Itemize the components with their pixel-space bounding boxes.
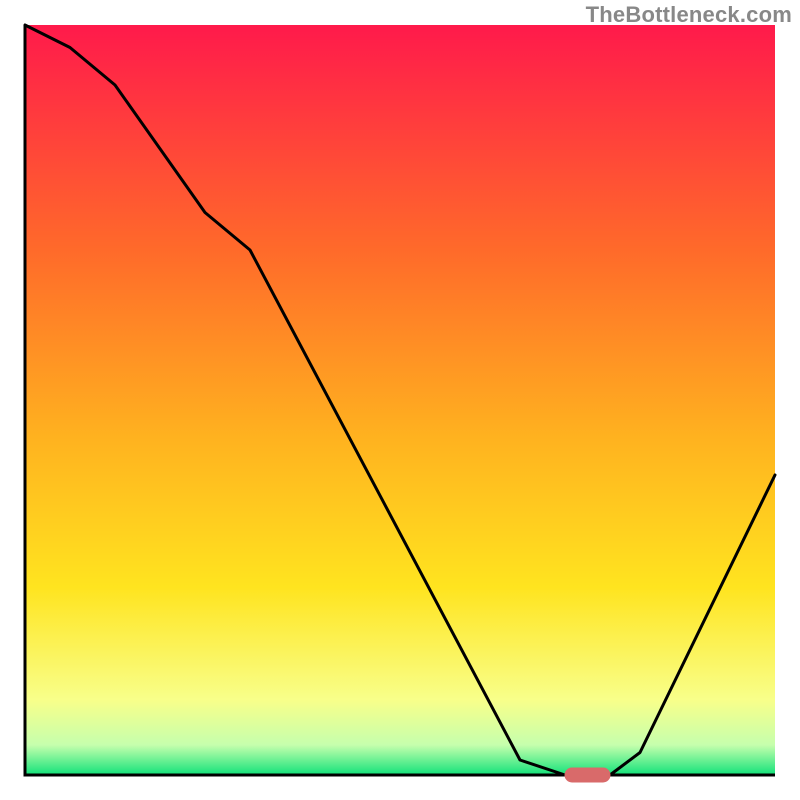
optimum-marker: [565, 768, 610, 782]
chart-svg: [0, 0, 800, 800]
watermark-text: TheBottleneck.com: [586, 2, 792, 28]
chart-container: TheBottleneck.com: [0, 0, 800, 800]
plot-background: [25, 25, 775, 775]
